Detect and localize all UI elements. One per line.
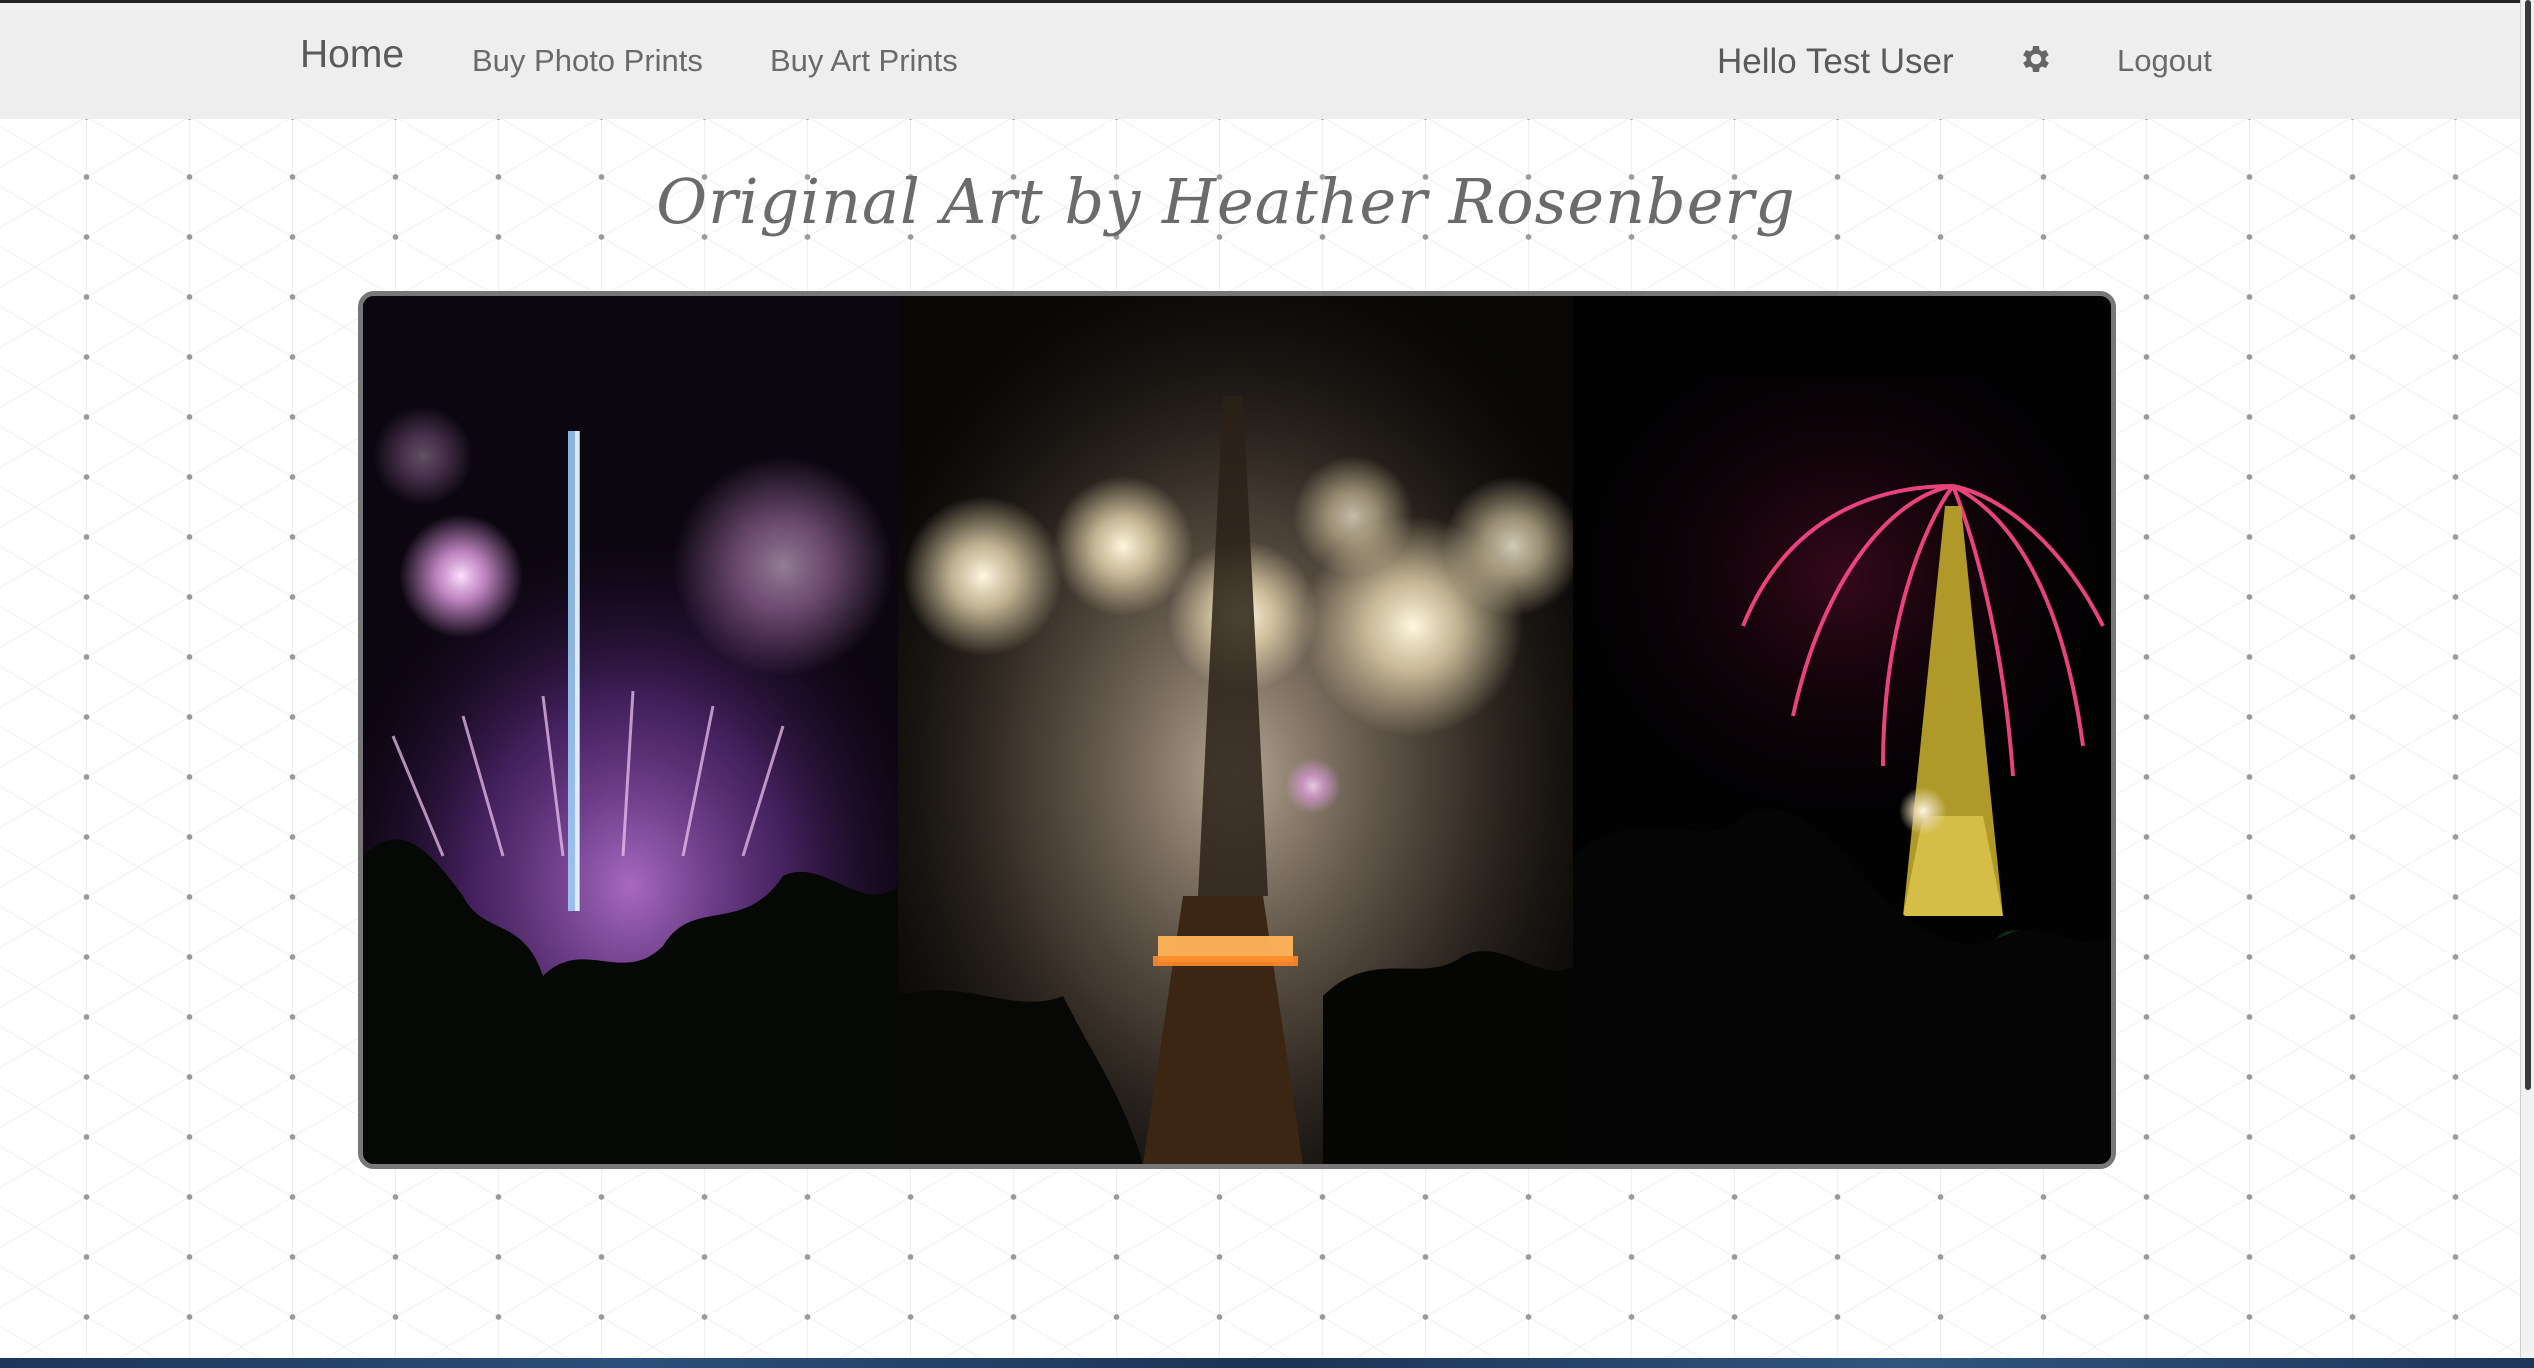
- nav-home-link[interactable]: Home: [300, 33, 404, 77]
- navbar: Home Buy Photo Prints Buy Art Prints Hel…: [0, 3, 2520, 120]
- hero-collage-image: [363, 296, 2111, 1164]
- hero-image-frame: [358, 291, 2116, 1169]
- nav-buy-photo-prints-link[interactable]: Buy Photo Prints: [472, 43, 703, 79]
- browser-window: Home Buy Photo Prints Buy Art Prints Hel…: [0, 0, 2520, 1358]
- user-greeting[interactable]: Hello Test User: [1717, 42, 1954, 82]
- page-title: Original Art by Heather Rosenberg: [656, 165, 1796, 238]
- logout-link[interactable]: Logout: [2117, 43, 2212, 79]
- scrollbar[interactable]: [2520, 0, 2534, 1368]
- desktop-background: [0, 1358, 2534, 1368]
- gear-icon[interactable]: [2018, 41, 2054, 77]
- nav-buy-art-prints-link[interactable]: Buy Art Prints: [770, 43, 958, 79]
- scrollbar-thumb[interactable]: [2525, 0, 2531, 1090]
